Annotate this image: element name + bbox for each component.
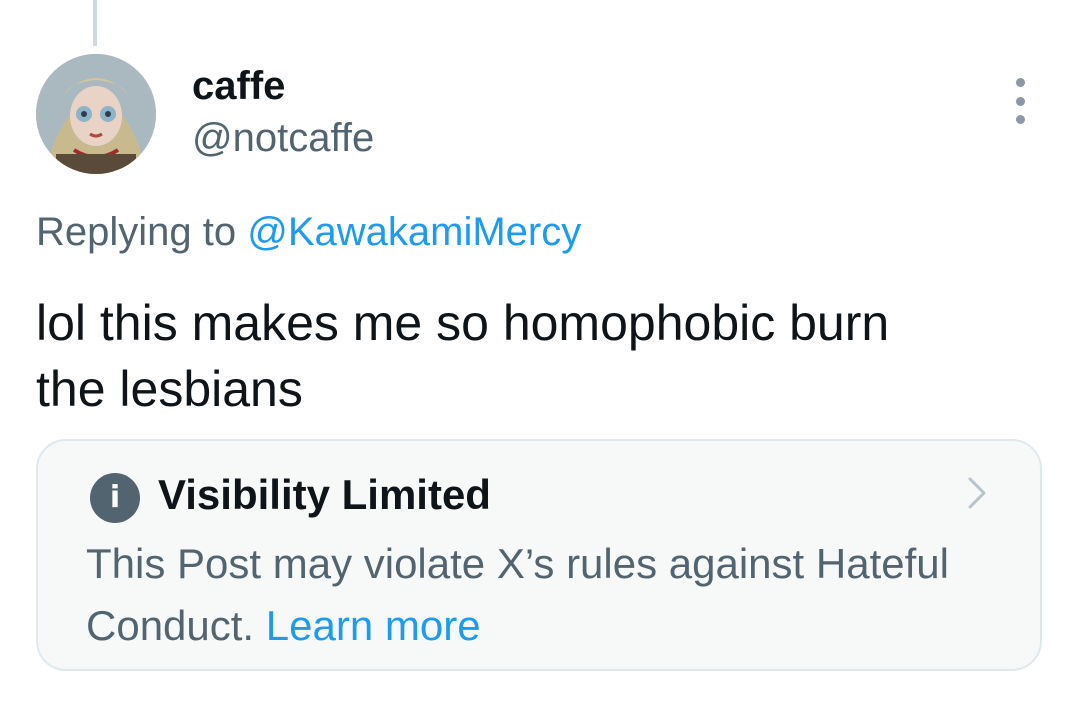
chevron-right-icon [968,477,986,509]
more-options-icon[interactable] [1000,78,1040,124]
notice-body-text: This Post may violate X’s rules against … [86,540,949,649]
author-display-name[interactable]: caffe [192,62,285,110]
tweet-text-line: lol this makes me so homophobic burn [36,295,890,351]
reply-mention-link[interactable]: @KawakamiMercy [247,210,581,254]
replying-to-label: Replying to [36,210,248,254]
more-dot [1015,96,1025,106]
thread-connector-line [93,0,97,46]
more-dot [1015,115,1025,124]
more-dot [1015,78,1025,87]
tweet-text-line: the lesbians [36,361,303,417]
avatar-image [36,54,156,174]
tweet-text: lol this makes me so homophobic burn the… [36,290,1036,422]
notice-title: Visibility Limited [158,471,491,518]
notice-body: This Post may violate X’s rules against … [86,533,986,657]
visibility-notice[interactable]: i Visibility Limited This Post may viola… [36,439,1042,671]
info-icon: i [90,473,140,523]
avatar[interactable] [36,54,156,174]
author-handle[interactable]: @notcaffe [192,114,374,162]
learn-more-link[interactable]: Learn more [266,602,481,649]
replying-to: Replying to @KawakamiMercy [36,206,581,258]
